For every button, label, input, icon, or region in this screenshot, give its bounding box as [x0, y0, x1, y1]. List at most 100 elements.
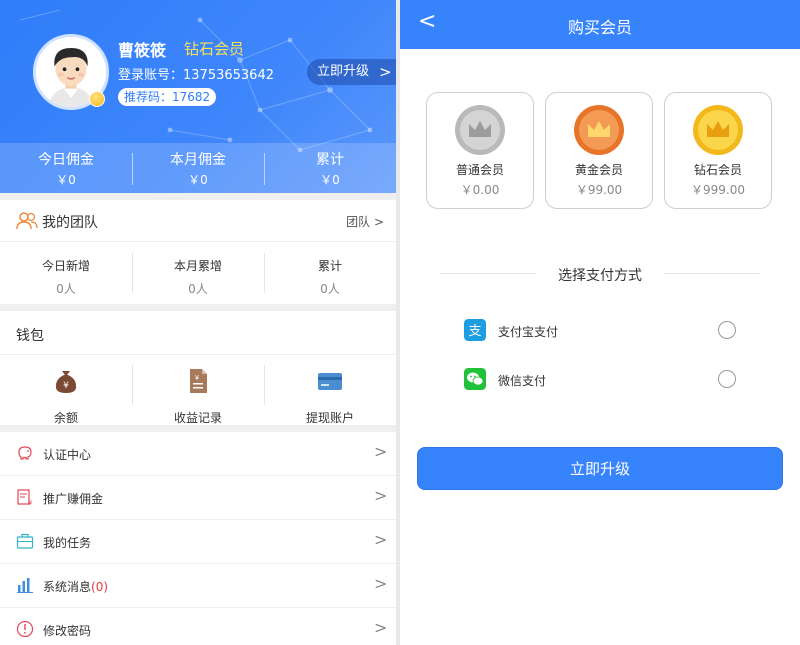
- menu-item-label: 我的任务: [43, 536, 92, 550]
- section-separator: [0, 425, 396, 432]
- payment-option-label: 支付宝支付: [498, 325, 559, 339]
- team-stats: 今日新增 0人 本月累增 0人 累计 0人: [0, 243, 396, 304]
- tier-card-gold[interactable]: 黄金会员 ￥99.00: [545, 92, 653, 209]
- stat-label: 本月佣金: [170, 152, 226, 168]
- menu-item-label: 系统消息(0): [43, 578, 108, 595]
- team-stat-total: 累计 0人: [264, 243, 396, 304]
- menu-item-verification-center[interactable]: 认证中心 >: [0, 432, 396, 476]
- tier-name: 黄金会员: [574, 163, 623, 177]
- my-team-title: 我的团队: [42, 215, 98, 231]
- commission-stats: 今日佣金 ￥0 本月佣金 ￥0 累计 ￥0: [0, 143, 396, 193]
- chevron-right-icon: >: [374, 442, 388, 461]
- section-separator: [0, 304, 396, 311]
- referral-code: 17682: [172, 90, 211, 104]
- piggy-bank-icon: [18, 446, 32, 460]
- menu-item-change-password[interactable]: 修改密码 >: [0, 608, 396, 645]
- alipay-radio[interactable]: [718, 321, 736, 339]
- card-icon: [318, 373, 342, 390]
- stat-label: 累计: [316, 152, 344, 168]
- bar-chart-icon: [17, 578, 33, 593]
- stat-total-commission: 累计 ￥0: [264, 143, 396, 193]
- divider: [664, 273, 760, 274]
- chevron-right-icon: >: [374, 574, 388, 593]
- menu-item-my-tasks[interactable]: 我的任务 >: [0, 520, 396, 564]
- promotion-icon: ¥: [17, 489, 33, 506]
- team-stat-value: 0人: [320, 282, 340, 296]
- purchase-membership-panel: < 购买会员 普通会员 ￥0.00 黄金会员 ￥99.00 钻石会员 ￥999.…: [400, 0, 800, 645]
- referral-code-badge: 推荐码：17682: [118, 88, 217, 106]
- wallet-item-label: 余额: [53, 411, 78, 425]
- svg-text:¥: ¥: [195, 374, 200, 382]
- chevron-right-icon: >: [373, 215, 384, 229]
- team-stat-month: 本月累增 0人: [132, 243, 264, 304]
- upgrade-submit-button[interactable]: 立即升级: [417, 447, 783, 490]
- menu-item-promote-earn[interactable]: ¥ 推广赚佣金 >: [0, 476, 396, 520]
- tier-card-diamond[interactable]: 钻石会员 ￥999.00: [664, 92, 772, 209]
- team-more-label: 团队: [346, 215, 371, 229]
- upgrade-now-label: 立即升级: [317, 64, 370, 79]
- stat-value: ￥0: [188, 173, 208, 187]
- wallet-shortcuts: ¥ 余额 ¥ 收益记录 提现账户: [0, 355, 396, 425]
- member-level: 钻石会员: [184, 40, 245, 58]
- stat-month-commission: 本月佣金 ￥0: [132, 143, 264, 193]
- payment-option-wechat[interactable]: 微信支付: [400, 368, 800, 392]
- upgrade-now-button[interactable]: 立即升级 >: [307, 59, 396, 85]
- referral-label: 推荐码：: [124, 90, 173, 104]
- stat-today-commission: 今日佣金 ￥0: [0, 143, 132, 193]
- payment-option-alipay[interactable]: 支 支付宝支付: [400, 319, 800, 343]
- wechat-radio[interactable]: [718, 370, 736, 388]
- unread-count-badge: (0): [91, 580, 109, 594]
- tier-price: ￥0.00: [460, 183, 500, 197]
- login-account: 登录账号：13753653642: [118, 64, 274, 83]
- team-stat-label: 本月累增: [173, 259, 222, 273]
- chevron-right-icon: >: [374, 530, 388, 549]
- payment-option-label: 微信支付: [498, 374, 547, 388]
- chevron-right-icon: >: [379, 63, 392, 81]
- wechat-icon: [464, 368, 486, 390]
- team-people-icon: [16, 212, 38, 230]
- info-circle-icon: [16, 620, 34, 638]
- team-stat-value: 0人: [56, 282, 76, 296]
- tier-name: 普通会员: [455, 163, 504, 177]
- team-stat-label: 今日新增: [41, 259, 90, 273]
- wallet-item-label: 提现账户: [305, 411, 354, 425]
- menu-item-text: 系统消息: [43, 580, 92, 594]
- vip-medal-icon: [89, 91, 105, 107]
- alipay-icon: 支: [464, 319, 486, 341]
- svg-text:¥: ¥: [28, 499, 33, 506]
- tier-card-regular[interactable]: 普通会员 ￥0.00: [426, 92, 534, 209]
- wallet-balance[interactable]: ¥ 余额: [0, 355, 132, 425]
- svg-text:支: 支: [468, 324, 481, 339]
- gold-crown-coin-icon: [574, 105, 624, 155]
- chevron-right-icon: >: [374, 618, 388, 637]
- wallet-item-label: 收益记录: [173, 411, 222, 425]
- diamond-crown-coin-icon: [693, 105, 743, 155]
- tier-price: ￥99.00: [575, 183, 623, 197]
- wallet-title: 钱包: [16, 328, 44, 344]
- document-icon: ¥: [190, 369, 207, 393]
- section-separator: [0, 193, 396, 200]
- member-center-panel: 曹筱筱 钻石会员 登录账号：13753653642 推荐码：17682 立即升级…: [0, 0, 396, 645]
- money-bag-icon: ¥: [55, 371, 77, 393]
- user-name: 曹筱筱: [118, 41, 167, 60]
- team-stat-label: 累计: [317, 259, 342, 273]
- stat-label: 今日佣金: [38, 152, 94, 168]
- stat-value: ￥0: [56, 173, 76, 187]
- account-number: 13753653642: [183, 68, 274, 83]
- briefcase-icon: [16, 533, 34, 549]
- menu-item-label: 推广赚佣金: [43, 492, 104, 506]
- my-team-header[interactable]: 我的团队 团队 >: [0, 200, 396, 242]
- tier-price: ￥999.00: [691, 183, 745, 197]
- stat-value: ￥0: [320, 173, 340, 187]
- menu-item-system-messages[interactable]: 系统消息(0) >: [0, 564, 396, 608]
- wallet-withdraw-account[interactable]: 提现账户: [264, 355, 396, 425]
- profile-header: 曹筱筱 钻石会员 登录账号：13753653642 推荐码：17682 立即升级…: [0, 0, 396, 193]
- team-stat-today: 今日新增 0人: [0, 243, 132, 304]
- page-title: 购买会员: [567, 18, 632, 37]
- menu-item-label: 认证中心: [43, 448, 92, 462]
- team-more-link[interactable]: 团队 >: [346, 213, 384, 230]
- wallet-income-records[interactable]: ¥ 收益记录: [132, 355, 264, 425]
- tier-name: 钻石会员: [693, 163, 742, 177]
- svg-text:¥: ¥: [63, 381, 69, 391]
- team-stat-value: 0人: [188, 282, 208, 296]
